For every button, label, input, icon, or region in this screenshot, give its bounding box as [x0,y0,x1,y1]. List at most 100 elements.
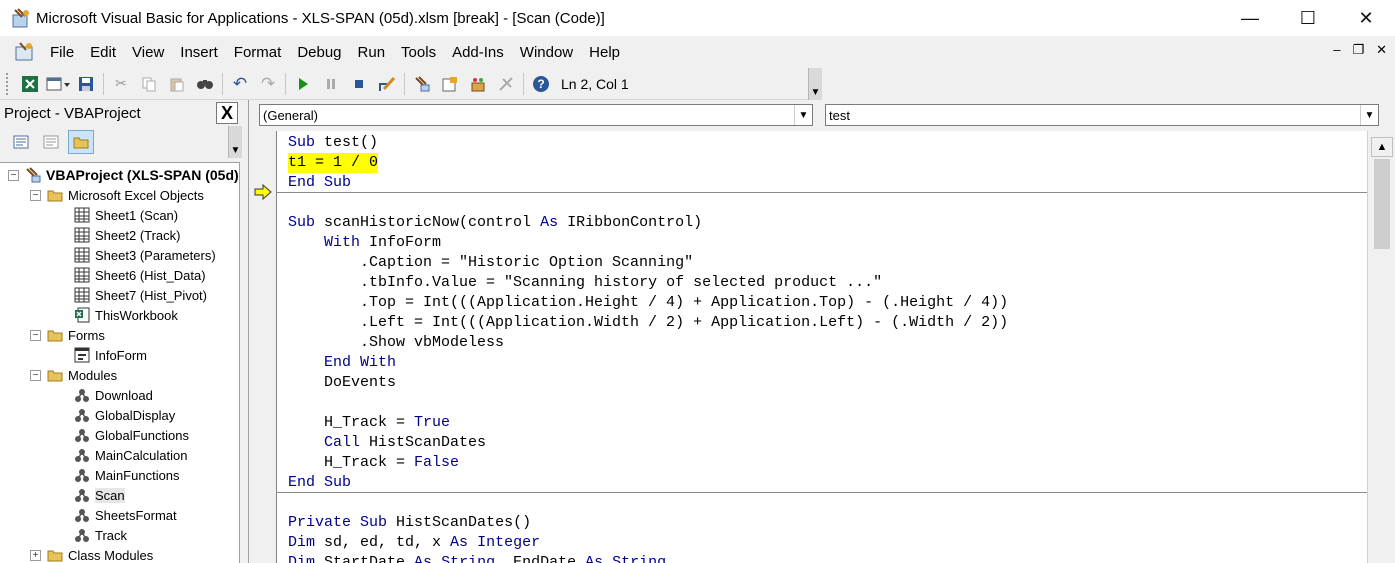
minimize-button[interactable]: — [1221,0,1279,36]
code-line[interactable]: Sub scanHistoricNow(control As IRibbonCo… [288,213,702,233]
tree-node-mainfunctions[interactable]: MainFunctions [74,465,180,485]
design-mode-icon[interactable] [373,72,401,96]
toggle-folders-icon[interactable] [68,130,94,154]
object-combo[interactable]: (General) ▼ [259,104,813,126]
properties-window-icon[interactable] [436,72,464,96]
project-toolbar-options-icon[interactable]: ▼ [228,126,242,158]
expand-icon[interactable]: + [30,549,41,561]
tree-node-vbaproject[interactable]: − VBAProject (XLS-SPAN (05d) [8,165,239,185]
code-line[interactable]: .Top = Int(((Application.Height / 4) + A… [288,293,1008,313]
mdi-minimize-button[interactable]: – [1333,42,1340,58]
tree-node-sheet3[interactable]: Sheet3 (Parameters) [74,245,216,265]
menu-help[interactable]: Help [581,44,628,61]
code-editor[interactable]: Sub test() t1 = 1 / 0 End Sub Sub scanHisto… [277,131,1367,563]
code-line[interactable]: .Show vbModeless [288,333,504,353]
tree-node-infoform[interactable]: InfoForm [74,345,147,365]
reset-icon[interactable] [345,72,373,96]
code-line[interactable]: Call HistScanDates [288,433,486,453]
menu-edit[interactable]: Edit [82,44,124,61]
view-code-icon[interactable] [8,130,34,154]
code-line[interactable]: Sub test() [288,133,378,153]
toolbar-options-icon[interactable]: ▼ [808,68,822,100]
collapse-icon[interactable]: − [30,369,41,381]
mdi-close-button[interactable]: ✕ [1376,42,1387,58]
code-line[interactable]: Dim StartDate As String, EndDate As Stri… [288,553,666,563]
procedure-combo[interactable]: test ▼ [825,104,1379,126]
code-margin[interactable] [249,131,277,563]
tree-node-scan[interactable]: Scan [74,485,125,505]
collapse-icon[interactable]: − [30,189,41,201]
toolbar-grip[interactable] [6,72,10,95]
paste-icon[interactable] [163,72,191,96]
tree-node-maincalculation[interactable]: MainCalculation [74,445,188,465]
menu-insert[interactable]: Insert [172,44,226,61]
vbaproject-icon [26,167,41,183]
insert-userform-icon[interactable] [44,72,72,96]
vertical-scrollbar[interactable]: ▲ [1367,131,1395,563]
collapse-icon[interactable]: − [8,169,19,181]
tree-node-sheetsformat[interactable]: SheetsFormat [74,505,177,525]
code-line[interactable]: End Sub [288,173,351,193]
run-icon[interactable] [289,72,317,96]
menu-view[interactable]: View [124,44,172,61]
object-browser-icon[interactable] [464,72,492,96]
tree-node-excel-objects[interactable]: − Microsoft Excel Objects [30,185,204,205]
chevron-down-icon[interactable]: ▼ [794,105,812,125]
scroll-up-icon[interactable]: ▲ [1371,137,1393,157]
code-line[interactable]: End Sub [288,473,351,493]
tree-node-globalfunctions[interactable]: GlobalFunctions [74,425,189,445]
scrollbar-thumb[interactable] [1374,159,1390,249]
code-line[interactable]: End With [288,353,396,373]
code-line[interactable]: .Left = Int(((Application.Width / 2) + A… [288,313,1008,333]
tree-node-track[interactable]: Track [74,525,127,545]
code-line[interactable]: .Caption = "Historic Option Scanning" [288,253,693,273]
code-line[interactable]: t1 = 1 / 0 [288,153,379,173]
view-excel-icon[interactable] [16,72,44,96]
redo-icon[interactable]: ↷ [254,72,282,96]
code-line[interactable]: H_Track = False [288,453,459,473]
cut-icon[interactable]: ✂ [107,72,135,96]
module-icon [75,489,89,502]
tree-node-class-modules[interactable]: + Class Modules [30,545,153,563]
tree-node-thisworkbook[interactable]: ThisWorkbook [74,305,178,325]
project-explorer-icon[interactable] [408,72,436,96]
tree-node-forms[interactable]: − Forms [30,325,105,345]
code-line[interactable]: DoEvents [288,373,396,393]
worksheet-icon [74,227,90,243]
menu-tools[interactable]: Tools [393,44,444,61]
collapse-icon[interactable]: − [30,329,41,341]
undo-icon[interactable]: ↶ [226,72,254,96]
vba-app-icon[interactable] [10,7,32,29]
code-line[interactable]: With InfoForm [288,233,441,253]
copy-icon[interactable] [135,72,163,96]
mdi-restore-button[interactable]: ❐ [1352,42,1364,58]
code-line[interactable]: Dim sd, ed, td, x As Integer [288,533,540,553]
project-explorer-close-button[interactable]: X [216,102,238,124]
help-icon[interactable]: ? [527,72,555,96]
menu-window[interactable]: Window [512,44,581,61]
code-line[interactable]: Private Sub HistScanDates() [288,513,531,533]
toolbox-icon[interactable] [492,72,520,96]
menu-format[interactable]: Format [226,44,290,61]
tree-node-sheet7[interactable]: Sheet7 (Hist_Pivot) [74,285,207,305]
tree-node-modules[interactable]: − Modules [30,365,117,385]
tree-node-sheet2[interactable]: Sheet2 (Track) [74,225,181,245]
tree-node-sheet6[interactable]: Sheet6 (Hist_Data) [74,265,206,285]
code-line[interactable]: .tbInfo.Value = "Scanning history of sel… [288,273,882,293]
menu-add-ins[interactable]: Add-Ins [444,44,512,61]
close-button[interactable]: ✕ [1337,0,1395,36]
tree-node-globaldisplay[interactable]: GlobalDisplay [74,405,175,425]
menu-debug[interactable]: Debug [289,44,349,61]
break-icon[interactable] [317,72,345,96]
tree-node-sheet1[interactable]: Sheet1 (Scan) [74,205,178,225]
save-icon[interactable] [72,72,100,96]
tree-node-download[interactable]: Download [74,385,153,405]
menu-run[interactable]: Run [350,44,394,61]
find-icon[interactable] [191,72,219,96]
menu-file[interactable]: File [42,44,82,61]
code-line[interactable]: H_Track = True [288,413,450,433]
view-object-icon[interactable] [38,130,64,154]
chevron-down-icon[interactable]: ▼ [1360,105,1378,125]
code-window-icon[interactable] [14,41,36,63]
maximize-button[interactable]: ☐ [1279,0,1337,36]
